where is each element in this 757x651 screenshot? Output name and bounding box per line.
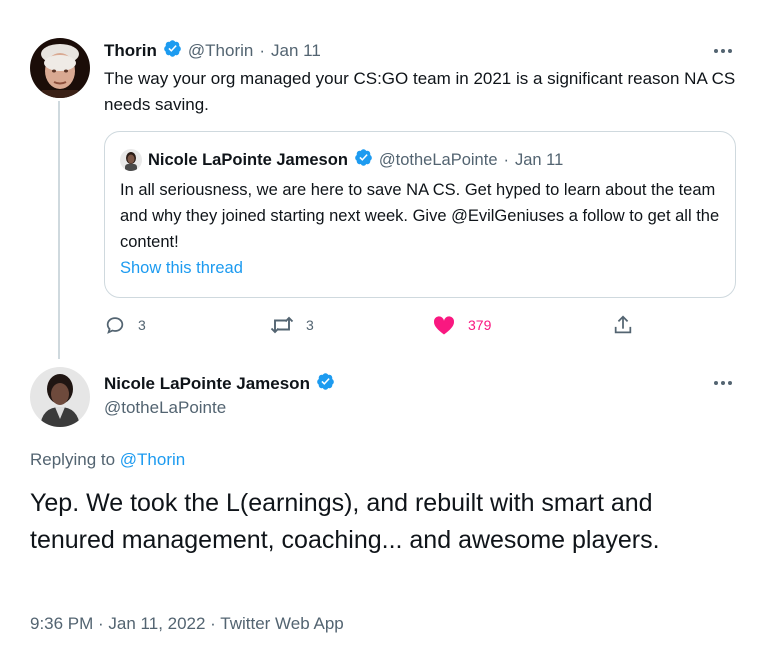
quote-text: In all seriousness, we are here to save …	[120, 181, 720, 251]
quote-date: Jan 11	[515, 150, 564, 169]
thread-connector-line	[58, 101, 60, 359]
reply-count: 3	[138, 317, 146, 333]
heart-filled-icon	[433, 316, 455, 335]
avatar-nicole[interactable]	[30, 367, 90, 427]
tweet2-name-row: Nicole LaPointe Jameson	[104, 372, 335, 396]
retweet-icon	[270, 316, 294, 334]
replying-prefix: Replying to	[30, 450, 120, 469]
verified-badge-icon	[316, 372, 335, 396]
verified-badge-icon	[163, 39, 182, 63]
show-this-thread-link[interactable]: Show this thread	[120, 259, 243, 278]
replying-to-line: Replying to @Thorin	[30, 450, 185, 470]
replying-to-link[interactable]: @Thorin	[120, 450, 185, 469]
retweet-button[interactable]: 3	[270, 314, 314, 336]
quote-author-name: Nicole LaPointe Jameson	[148, 150, 348, 169]
tweet1-date[interactable]: Jan 11	[271, 41, 321, 61]
share-button[interactable]	[612, 314, 634, 336]
reply-icon	[106, 317, 124, 334]
like-button[interactable]: 379	[432, 314, 491, 336]
more-dots-icon	[714, 381, 732, 385]
reply-button[interactable]: 3	[104, 314, 146, 336]
separator-dot: ·	[259, 41, 266, 60]
more-dots-icon	[714, 49, 732, 53]
tweet1-author-name[interactable]: Thorin	[104, 41, 157, 61]
retweet-count: 3	[306, 317, 314, 333]
tweet1-more-button[interactable]	[712, 40, 734, 62]
quote-header: Nicole LaPointe Jameson @totheLaPointe ·…	[120, 148, 563, 172]
verified-badge-icon	[354, 148, 373, 172]
tweet2-more-button[interactable]	[712, 372, 734, 394]
avatar-thorin[interactable]	[30, 38, 90, 98]
tweet1-text: The way your org managed your CS:GO team…	[104, 69, 736, 114]
like-count: 379	[468, 317, 492, 333]
tweet2-timestamp-source[interactable]: 9:36 PM · Jan 11, 2022 · Twitter Web App	[30, 614, 344, 634]
tweet2-handle[interactable]: @totheLaPointe	[104, 398, 226, 418]
tweet2-author-name[interactable]: Nicole LaPointe Jameson	[104, 374, 310, 394]
avatar-quote-author	[120, 149, 142, 171]
tweet2-text: Yep. We took the L(earnings), and rebuil…	[30, 489, 660, 554]
tweet1-header: Thorin @Thorin · Jan 11	[104, 39, 321, 63]
quote-handle: @totheLaPointe	[378, 150, 498, 169]
share-icon	[614, 315, 632, 334]
quoted-tweet-card[interactable]: Nicole LaPointe Jameson @totheLaPointe ·…	[104, 131, 736, 298]
separator-dot: ·	[503, 150, 510, 169]
tweet1-handle[interactable]: @Thorin	[188, 41, 253, 61]
